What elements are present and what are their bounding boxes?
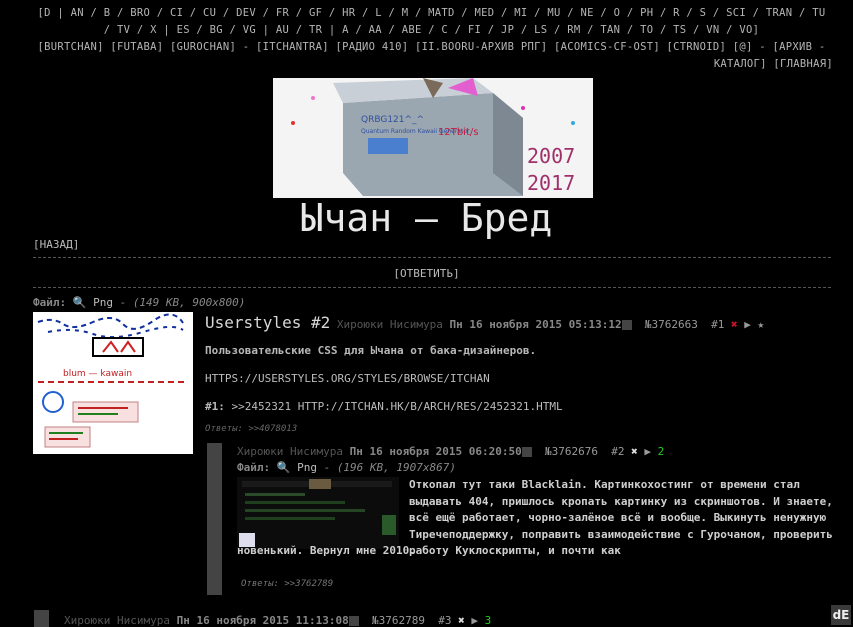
close-icon[interactable]: ✖ [631, 445, 638, 458]
op-post-index: #1 [711, 318, 725, 331]
op-link-userstyles[interactable]: HTTPS://USERSTYLES.ORG/STYLES/BROWSE/ITC… [205, 372, 490, 385]
reply-text-continued: новенький. Вернул мне 2010. [237, 544, 416, 557]
op-body: Пользовательские CSS для Ычана от бака-д… [205, 344, 825, 428]
board-nav-line-1[interactable]: [D | AN / B / BRO / CI / CU / DEV / FR /… [30, 5, 833, 22]
op-header: Userstyles #2 Хироюки Нисимура Пн 16 ноя… [205, 313, 764, 332]
reply2-count: 3 [484, 614, 492, 627]
reply-thread-link[interactable]: [ОТВЕТИТЬ] [0, 267, 853, 280]
reply-arrow-icon[interactable]: ▶ [744, 318, 751, 331]
reply2-post-number[interactable]: №3762789 [372, 614, 425, 627]
reply-file-info: Файл: 🔍 Png - (196 KB, 1907x867) [237, 461, 457, 474]
reply-replies[interactable]: Ответы: >>3762789 [241, 579, 333, 589]
board-nav-line-4[interactable]: КАТАЛОГ] [ГЛАВНАЯ] [30, 56, 833, 73]
reply-thumbnail[interactable] [237, 477, 399, 549]
reply-thumbnail-image [237, 477, 399, 549]
op-file-label: Файл: [33, 296, 67, 309]
back-link[interactable]: [НАЗАД] [33, 238, 79, 251]
op-thumbnail-text: blum — kawain [63, 369, 132, 379]
op-text-prefix: #1: [205, 400, 225, 413]
reply-post-number[interactable]: №3762676 [545, 445, 598, 458]
reply-file-link[interactable]: 🔍 Png [277, 461, 317, 474]
board-nav: [D | AN / B / BRO / CI / CU / DEV / FR /… [0, 0, 853, 73]
op-subject: Userstyles #2 [205, 313, 331, 332]
board-banner: QRBG121^_^ Quantum Random Kawaii Generat… [273, 78, 593, 198]
op-replies[interactable]: Ответы: >>4078013 [205, 424, 297, 434]
banner-image: QRBG121^_^ Quantum Random Kawaii Generat… [273, 78, 593, 198]
corner-logo[interactable]: dE [831, 605, 851, 625]
reply-date: Пн 16 ноября 2015 06:20:50 [349, 445, 522, 458]
reply-bar [34, 610, 49, 627]
reply-header: Хироюки Нисимура Пн 16 ноября 2015 06:20… [237, 445, 832, 458]
reply-post-2: Хироюки Нисимура Пн 16 ноября 2015 11:13… [64, 614, 491, 627]
op-file-info: Файл: 🔍 Png - (149 KB, 900x800) [33, 296, 246, 309]
op-post-number[interactable]: №3762663 [645, 318, 698, 331]
board-nav-line-3[interactable]: [BURTCHAN] [FUTABA] [GUROCHAN] - [ITCHAN… [30, 39, 833, 56]
reply-poster-name: Хироюки Нисимура [237, 445, 343, 458]
reply-body: Откопал тут таки Blacklain. Картинкохост… [237, 477, 834, 560]
banner-speed: 12Tbit/s [438, 127, 478, 138]
reply2-poster-name: Хироюки Нисимура [64, 614, 170, 627]
square-icon [521, 447, 532, 457]
reply-post-index: #2 [611, 445, 625, 458]
close-icon[interactable]: ✖ [458, 614, 465, 627]
banner-chip-label: QRBG121^_^ [361, 115, 424, 125]
op-file-link[interactable]: 🔍 Png [73, 296, 113, 309]
reply-arrow-icon[interactable]: ▶ [471, 614, 478, 627]
op-poster-name: Хироюки Нисимура [336, 318, 443, 331]
reply-count: 2 [657, 445, 665, 458]
op-thumbnail[interactable]: blum — kawain [33, 312, 193, 454]
op-thumbnail-image: blum — kawain [33, 312, 193, 454]
reply2-post-index: #3 [438, 614, 452, 627]
banner-year-1: 2007 [527, 144, 575, 168]
divider [33, 257, 831, 258]
board-nav-line-2[interactable]: / TV / X | ES / BG / VG | AU / TR | A / … [30, 22, 833, 39]
reply-bar [207, 443, 222, 595]
reply-file-meta: (196 KB, 1907x867) [336, 461, 457, 474]
op-file-meta: (149 KB, 900x800) [132, 296, 246, 309]
divider [33, 287, 831, 288]
banner-year-2: 2017 [527, 171, 575, 195]
reply2-date: Пн 16 ноября 2015 11:13:08 [176, 614, 349, 627]
op-text-line-1: Пользовательские CSS для Ычана от бака-д… [205, 344, 537, 357]
square-icon [621, 320, 632, 330]
board-title: Ычан — Бред [300, 196, 553, 240]
square-icon [348, 616, 359, 626]
op-date: Пн 16 ноября 2015 05:13:12 [449, 318, 622, 331]
reply-file-label: Файл: [237, 461, 271, 474]
star-icon[interactable]: ★ [758, 318, 765, 331]
op-link-archive[interactable]: >>2452321 HTTP://ITCHAN.HK/B/ARCH/RES/24… [232, 400, 563, 413]
reply-post-1: Хироюки Нисимура Пн 16 ноября 2015 06:20… [237, 445, 833, 589]
reply-arrow-icon[interactable]: ▶ [644, 445, 651, 458]
close-icon[interactable]: ✖ [731, 318, 738, 331]
